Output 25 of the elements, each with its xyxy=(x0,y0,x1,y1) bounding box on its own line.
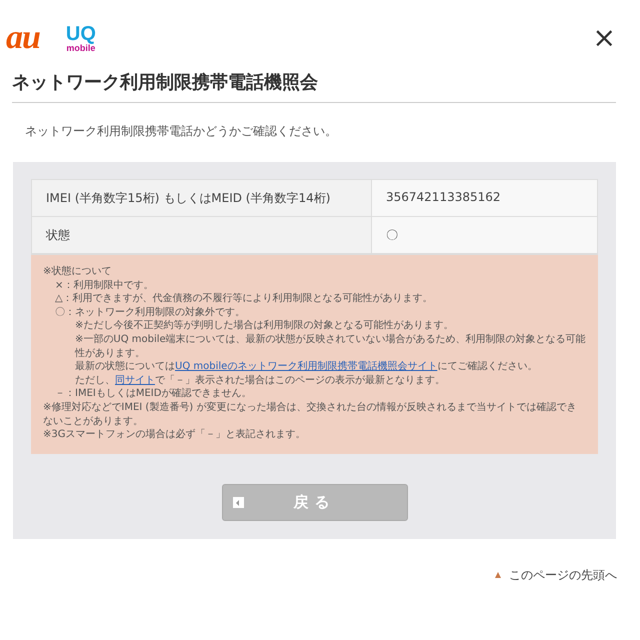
note-text: ※修理対応などでIMEI (製造番号) が変更になった場合は、交換された台の情報が反映されるまで当サイトでは確認できないことがあります。 xyxy=(43,400,578,428)
close-button[interactable]: × xyxy=(592,24,616,52)
note-text: －：IMEIもしくはMEIDが確認できません。 xyxy=(55,387,252,401)
text-link[interactable]: UQ mobileのネットワーク利用制限携帯電話機照会サイト xyxy=(175,361,438,372)
note-text: ※3Gスマートフォンの場合は必ず「－」と表記されます。 xyxy=(43,428,306,442)
note-text: ×：利用制限中です。 xyxy=(55,278,154,292)
triangle-icon xyxy=(495,572,501,578)
page-top-link[interactable]: このページの先頭へ xyxy=(509,566,617,584)
note-text: ただし、同サイト で「－」表示された場合はこのページの表示が最新となります。 xyxy=(75,374,446,388)
value-cell: 〇 xyxy=(372,217,597,253)
caret-icon xyxy=(232,496,244,508)
note-text: ※状態について xyxy=(43,265,112,279)
text-link[interactable]: 同サイト xyxy=(115,374,155,386)
note-text: 〇：ネットワーク利用制限の対象外です。 xyxy=(55,306,246,320)
note-text: 最新の状態についてはUQ mobileのネットワーク利用制限携帯電話機照会サイト にてご確認ください。 xyxy=(75,360,538,374)
uq-mobile-logo: UQ mobile xyxy=(66,24,96,52)
label-cell: IMEI (半角数字15桁) もしくはMEID (半角数字14桁) xyxy=(32,180,372,216)
note-text: ※ただし今後不正契約等が判明した場合は利用制限の対象となる可能性があります。 xyxy=(75,319,454,333)
label-cell: 状態 xyxy=(32,217,372,253)
intro-text: ネットワーク利用制限携帯電話かどうかご確認ください。 xyxy=(25,123,338,140)
au-logo: au xyxy=(6,21,40,55)
page-title: ネットワーク利用制限携帯電話機照会 xyxy=(12,70,616,103)
value-cell: 356742113385162 xyxy=(372,180,597,216)
note-text: △：利用できますが、代金債務の不履行等により利用制限となる可能性があります。 xyxy=(55,292,434,306)
note-text: ※一部のUQ mobile端末については、最新の状態が反映されていない場合があるため、利用制限の対象となる可能性があります。 xyxy=(75,332,586,360)
